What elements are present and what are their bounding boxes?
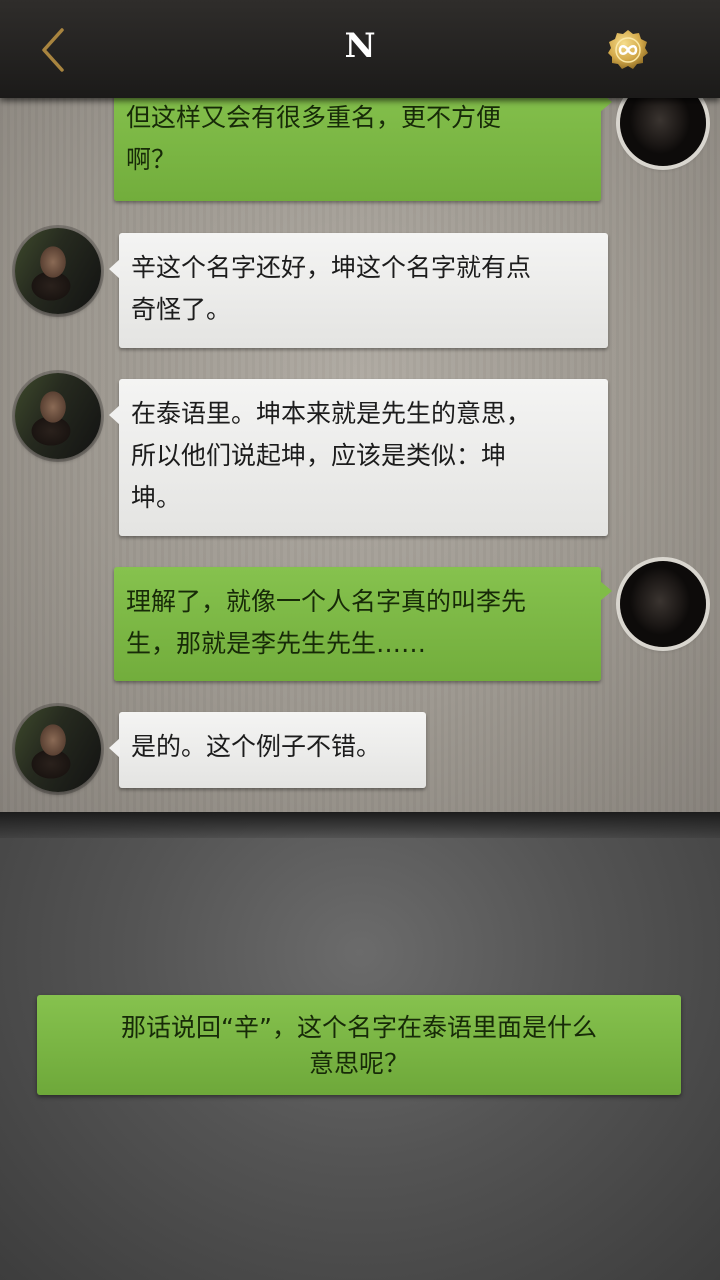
chat-area[interactable]: 但这样又会有很多重名，更不方便 啊？ 辛这个名字还好，坤这个名字就有点 奇怪了。… <box>0 98 720 812</box>
contact-avatar[interactable] <box>15 228 101 314</box>
top-bar: N <box>0 0 720 98</box>
contact-avatar[interactable] <box>15 706 101 792</box>
message-line: 但这样又会有很多重名，更不方便 <box>126 103 502 132</box>
message-line: 在泰语里。坤本来就是先生的意思， <box>131 399 532 428</box>
message-line: 是的。这个例子不错。 <box>131 732 382 761</box>
message-line: 理解了，就像一个人名字真的叫李先 <box>126 587 527 616</box>
message-bubble[interactable]: 是的。这个例子不错。 <box>109 712 426 788</box>
message-line: 所以他们说起坤，应该是类似：坤 <box>131 441 507 470</box>
message-bubble[interactable]: 辛这个名字还好，坤这个名字就有点 奇怪了。 <box>109 233 608 348</box>
message-line: 坤。 <box>131 483 182 512</box>
infinity-coin-icon <box>608 30 648 69</box>
message-line: 奇怪了。 <box>131 295 232 324</box>
contact-avatar[interactable] <box>15 373 101 459</box>
user-avatar[interactable] <box>620 561 706 647</box>
coin-button[interactable] <box>607 29 649 71</box>
message-bubble[interactable]: 理解了，就像一个人名字真的叫李先 生，那就是李先生先生…… <box>114 567 612 681</box>
message-line: 辛这个名字还好，坤这个名字就有点 <box>131 253 532 282</box>
reply-option-button[interactable]: 那话说回“辛”，这个名字在泰语里面是什么 意思呢？ <box>37 995 681 1095</box>
message-bubble[interactable]: 在泰语里。坤本来就是先生的意思， 所以他们说起坤，应该是类似：坤 坤。 <box>109 379 608 536</box>
message-line: 生，那就是李先生先生…… <box>126 629 427 658</box>
reply-panel: 那话说回“辛”，这个名字在泰语里面是什么 意思呢？ <box>0 812 720 1280</box>
message-bubble[interactable]: 但这样又会有很多重名，更不方便 啊？ <box>114 98 612 201</box>
reply-option-line: 那话说回“辛”，这个名字在泰语里面是什么 <box>121 1013 597 1042</box>
user-avatar[interactable] <box>620 98 706 166</box>
reply-option-line: 意思呢？ <box>308 1049 409 1078</box>
message-line: 啊？ <box>126 145 177 174</box>
